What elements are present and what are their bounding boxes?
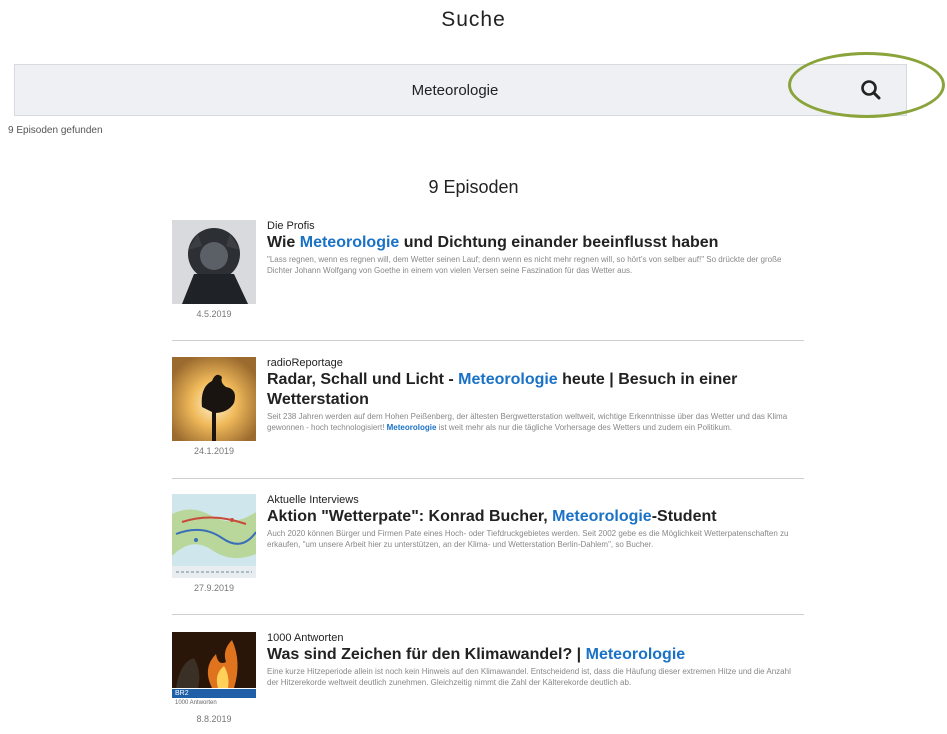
- keyword-highlight: Meteorologie: [585, 646, 686, 663]
- episode-info: Die Profis Wie Meteorologie und Dichtung…: [267, 220, 797, 276]
- search-icon: [861, 80, 881, 100]
- page-title: Suche: [441, 8, 506, 31]
- episode-thumbnail[interactable]: 27.9.2019: [172, 494, 258, 593]
- keyword-highlight: Meteorologie: [299, 234, 400, 251]
- goethe-statue-thumbnail: [172, 220, 256, 304]
- episode-date: 4.5.2019: [196, 309, 232, 319]
- divider: [172, 614, 804, 615]
- keyword-highlight: Meteorologie: [552, 508, 652, 525]
- weather-map-thumbnail: [172, 494, 256, 578]
- weathervane-rooster-thumbnail: [172, 357, 256, 441]
- episode-info: Aktuelle Interviews Aktion "Wetterpate":…: [267, 494, 797, 550]
- episode-date: 24.1.2019: [193, 446, 235, 456]
- divider: [172, 478, 804, 479]
- episode-description: Seit 238 Jahren werden auf dem Hohen Pei…: [267, 412, 788, 432]
- episode-thumbnail[interactable]: BR2 1000 Antworten 8.8.2019: [172, 632, 258, 724]
- search-input[interactable]: [15, 65, 895, 115]
- episode-title[interactable]: Radar, Schall und Licht - Meteorologie h…: [267, 370, 797, 410]
- keyword-highlight: Meteorologie: [458, 371, 558, 388]
- episode-thumbnail[interactable]: 24.1.2019: [172, 357, 258, 456]
- episode-show: Aktuelle Interviews: [267, 494, 359, 506]
- episode-title[interactable]: Wie Meteorologie und Dichtung einander b…: [267, 233, 797, 253]
- fire-image: [172, 632, 256, 688]
- fire-thumbnail: BR2 1000 Antworten: [172, 632, 256, 716]
- episode-description: Eine kurze Hitzeperiode allein ist noch …: [267, 667, 791, 687]
- divider: [172, 340, 804, 341]
- episode-title[interactable]: Aktion "Wetterpate": Konrad Bucher, Mete…: [267, 507, 797, 527]
- episode-show: 1000 Antworten: [267, 632, 344, 644]
- episode-thumbnail[interactable]: 4.5.2019: [172, 220, 258, 319]
- episode-info: 1000 Antworten Was sind Zeichen für den …: [267, 632, 797, 688]
- episode-title[interactable]: Was sind Zeichen für den Klimawandel? | …: [267, 645, 797, 665]
- keyword-highlight: Meteorologie: [386, 423, 437, 432]
- results-count: 9 Episoden gefunden: [8, 125, 103, 136]
- thumb-caption: 1000 Antworten: [175, 700, 217, 706]
- episode-date: 27.9.2019: [193, 583, 235, 593]
- search-bar: [14, 64, 907, 116]
- br2-badge: BR2: [172, 689, 256, 698]
- episode-show: Die Profis: [267, 220, 315, 232]
- episode-description: Auch 2020 können Bürger und Firmen Pate …: [267, 529, 789, 549]
- results-heading: 9 Episoden: [428, 177, 519, 197]
- episode-description: "Lass regnen, wenn es regnen will, dem W…: [267, 255, 782, 275]
- episode-show: radioReportage: [267, 357, 343, 369]
- episode-info: radioReportage Radar, Schall und Licht -…: [267, 357, 797, 433]
- search-button[interactable]: [858, 77, 884, 103]
